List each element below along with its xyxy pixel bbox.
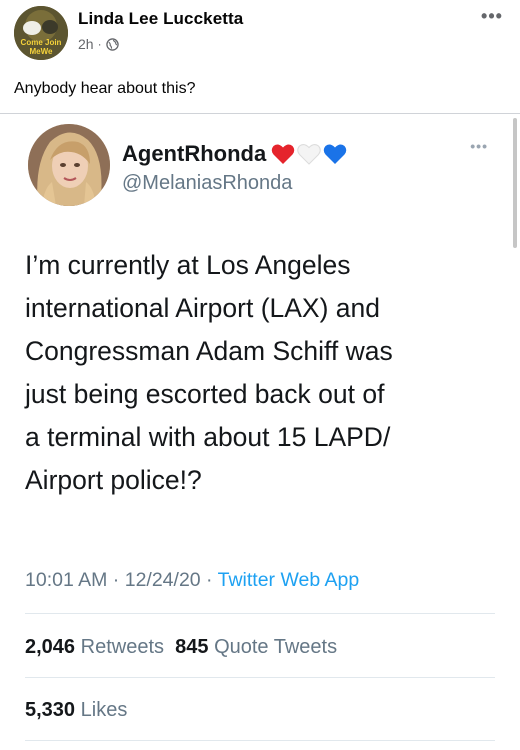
red-heart-icon <box>271 143 295 165</box>
tweet-meta: 10:01 AM · 12/24/20 · Twitter Web App <box>25 569 359 592</box>
retweets-stat[interactable]: 2,046 Retweets <box>25 636 164 658</box>
more-options-icon[interactable]: ••• <box>478 6 506 26</box>
meta-sep: · <box>107 569 125 591</box>
retweets-count: 2,046 <box>25 636 76 658</box>
white-heart-icon <box>297 143 321 165</box>
post-header: Come Join MeWe Linda Lee Luccketta 2h · … <box>0 0 520 70</box>
retweets-label: Retweets <box>80 636 164 658</box>
meta-separator: · <box>97 37 102 51</box>
divider <box>25 613 495 614</box>
scrollbar[interactable] <box>513 118 517 248</box>
tweet-time[interactable]: 10:01 AM <box>25 569 107 591</box>
tweet-more-icon[interactable]: ••• <box>470 138 488 154</box>
author-avatar[interactable]: Come Join MeWe <box>14 6 68 60</box>
tweet-avatar <box>28 124 110 206</box>
meta-sep: · <box>200 569 218 591</box>
tweet-line: Airport police!? <box>25 465 202 495</box>
tweet-line: international Airport (LAX) and <box>25 293 381 323</box>
name-emojis <box>271 143 347 165</box>
post-meta: 2h · <box>78 36 119 52</box>
quote-count: 845 <box>175 636 209 658</box>
blue-heart-icon <box>323 143 347 165</box>
tweet-line: just being escorted back out of <box>25 379 385 409</box>
svg-text:MeWe: MeWe <box>30 47 54 56</box>
tweet-line: a terminal with about 15 LAPD/ <box>25 422 391 452</box>
svg-text:Come Join: Come Join <box>21 38 62 47</box>
tweet-line: Congressman Adam Schiff was <box>25 336 393 366</box>
tweet-handle[interactable]: @MelaniasRhonda <box>122 172 292 195</box>
post-text: Anybody hear about this? <box>14 80 196 97</box>
quote-label: Quote Tweets <box>214 636 338 658</box>
tweet-date[interactable]: 12/24/20 <box>125 569 201 591</box>
tweet-body: I’m currently at Los Angeles internation… <box>25 244 495 502</box>
divider <box>25 677 495 678</box>
tweet-stats: 2,046 Retweets 845 Quote Tweets <box>25 636 337 659</box>
divider <box>25 740 495 741</box>
facebook-post: Come Join MeWe Linda Lee Luccketta 2h · … <box>0 0 520 750</box>
tweet-line: I’m currently at Los Angeles <box>25 250 351 280</box>
likes-stat[interactable]: 5,330 Likes <box>25 699 127 722</box>
post-time[interactable]: 2h <box>78 36 94 52</box>
likes-label: Likes <box>80 699 128 721</box>
quote-tweets-stat[interactable]: 845 Quote Tweets <box>175 636 337 658</box>
tweet-display-name[interactable]: AgentRhonda <box>122 141 347 167</box>
globe-icon[interactable] <box>105 37 119 51</box>
tweet-source-link[interactable]: Twitter Web App <box>218 569 360 591</box>
author-name[interactable]: Linda Lee Luccketta <box>78 9 243 29</box>
display-name-text: AgentRhonda <box>122 141 267 166</box>
tweet-screenshot[interactable]: AgentRhonda @MelaniasRhonda ••• I’m curr… <box>0 113 520 750</box>
likes-count: 5,330 <box>25 699 76 721</box>
